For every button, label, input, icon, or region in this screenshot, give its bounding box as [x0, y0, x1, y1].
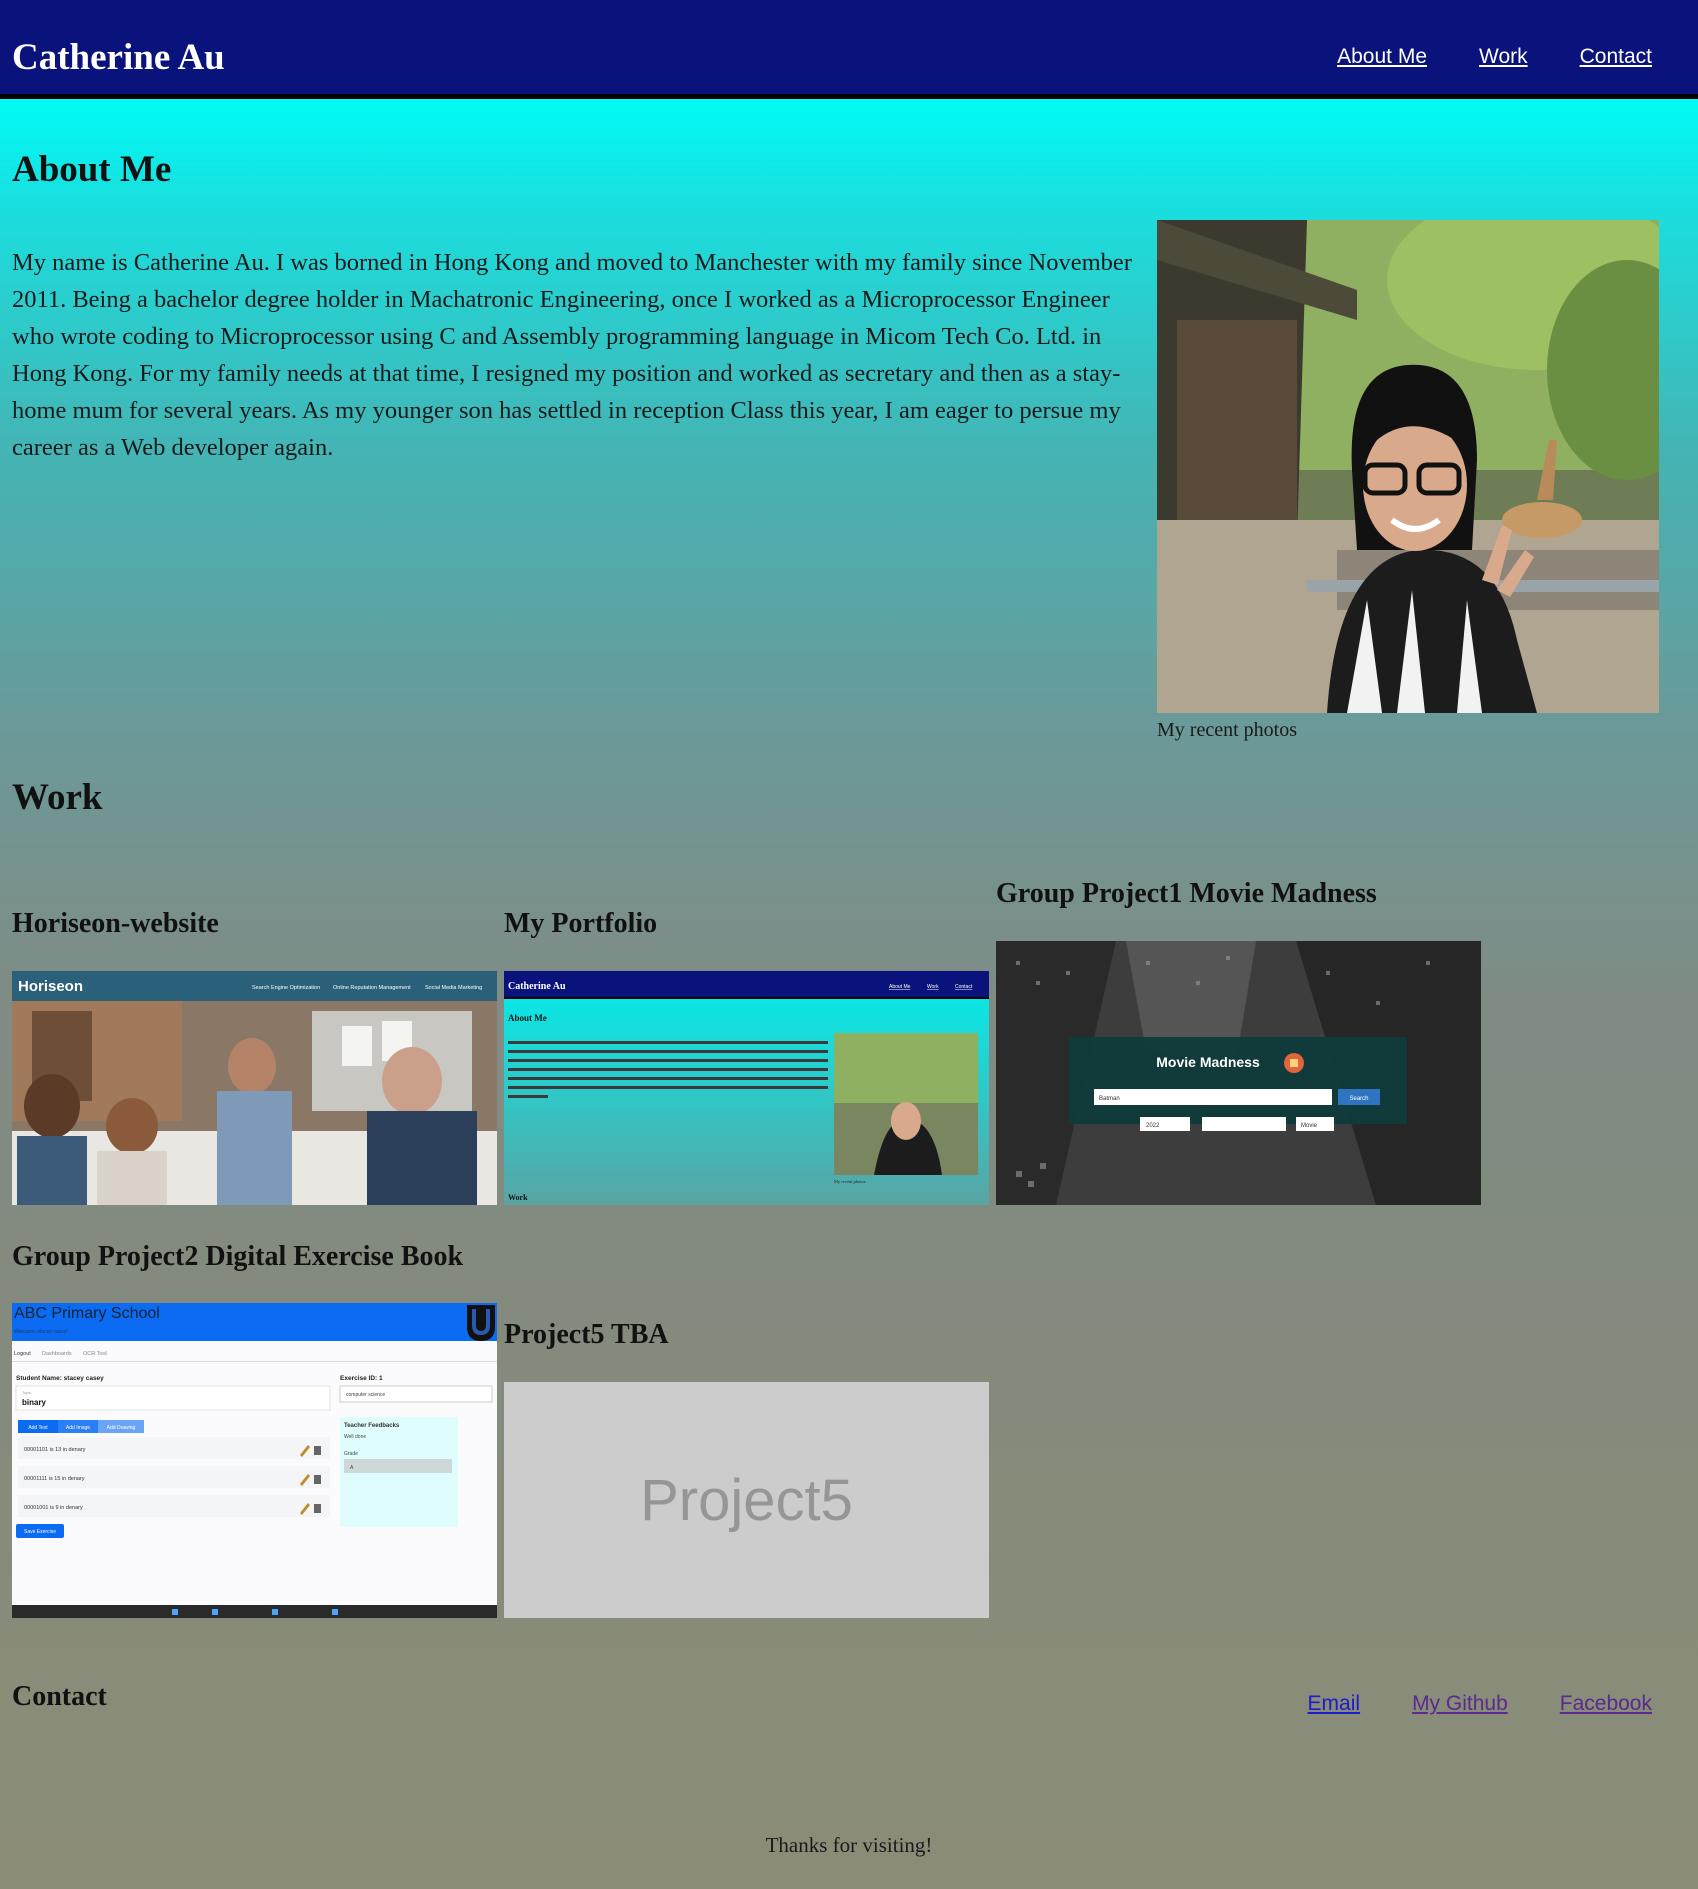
exercise-id: Exercise ID: 1	[340, 1375, 383, 1382]
exercise-item-1: 00001101 is 13 in denary	[24, 1447, 86, 1453]
horiseon-brand: Horiseon	[18, 978, 83, 995]
site-header: Catherine Au About Me Work Contact	[0, 0, 1698, 99]
portfolio-thumb-nav-3: Contact	[955, 984, 973, 990]
project-title-portfolio: My Portfolio	[504, 908, 658, 939]
horiseon-nav-1: Search Engine Optimization	[252, 985, 320, 991]
thumb-portfolio[interactable]: Catherine Au About Me Work Contact About…	[504, 971, 989, 1205]
portfolio-thumb-brand: Catherine Au	[508, 981, 566, 992]
project5-placeholder: Project5	[640, 1467, 853, 1533]
work-heading: Work	[12, 777, 103, 818]
topic-label: Topic	[22, 1390, 31, 1395]
topic-value: binary	[22, 1398, 47, 1407]
feedback-title: Teacher Feedbacks	[344, 1423, 400, 1429]
add-drawing-button: Add Drawing	[107, 1425, 136, 1431]
horiseon-nav-3: Social Media Marketing	[425, 985, 482, 991]
github-link[interactable]: My Github	[1412, 1692, 1508, 1715]
thumb-horiseon[interactable]: Horiseon Search Engine Optimization Onli…	[12, 971, 497, 1205]
movie-search-value: Batman	[1099, 1096, 1120, 1102]
school-name: ABC Primary School	[14, 1305, 160, 1322]
nav-about-me[interactable]: About Me	[1337, 45, 1427, 68]
project-title-project5: Project5 TBA	[504, 1319, 669, 1350]
thumb-exercise-book[interactable]: ABC Primary School Welcome, stacey casey…	[12, 1303, 497, 1618]
movie-search-button-label: Search	[1349, 1096, 1368, 1102]
profile-photo	[1157, 220, 1659, 713]
nav-work[interactable]: Work	[1479, 45, 1528, 68]
movie-extra-input[interactable]	[1202, 1117, 1286, 1131]
project-title-exercise-book: Group Project2 Digital Exercise Book	[12, 1241, 464, 1272]
facebook-link[interactable]: Facebook	[1560, 1692, 1652, 1715]
movie-type-value: Movie	[1301, 1123, 1318, 1129]
contact-heading: Contact	[12, 1681, 107, 1712]
student-name: Student Name: stacey casey	[16, 1375, 104, 1382]
tab-logout: Logout	[14, 1351, 31, 1357]
portfolio-thumb-work: Work	[508, 1193, 528, 1202]
about-heading: About Me	[12, 149, 172, 190]
subject-select: computer science	[346, 1392, 385, 1398]
feedback-text: Well done	[344, 1434, 366, 1440]
movie-year-value: 2022	[1146, 1123, 1160, 1129]
add-text-button: Add Text	[28, 1425, 48, 1431]
exercise-item-3: 00001001 is 9 in denary	[24, 1505, 83, 1511]
footer-text: Thanks for visiting!	[765, 1833, 933, 1857]
portfolio-thumb-heading: About Me	[508, 1013, 547, 1023]
project-title-horiseon: Horiseon-website	[12, 908, 219, 939]
email-link[interactable]: Email	[1308, 1692, 1361, 1715]
thumb-project5[interactable]: Project5	[504, 1382, 989, 1618]
project-title-movie-madness: Group Project1 Movie Madness	[996, 878, 1377, 909]
main-nav: About Me Work Contact	[1289, 45, 1652, 69]
exercise-item-2: 00001111 is 15 in denary	[24, 1476, 85, 1482]
add-image-button: Add Image	[66, 1425, 90, 1431]
thumb-movie-madness[interactable]: Movie Madness Batman Search 2022 Movie	[996, 941, 1481, 1205]
contact-links: Email My Github Facebook	[1260, 1692, 1652, 1716]
school-logo-icon	[467, 1305, 495, 1341]
site-title: Catherine Au	[12, 37, 225, 78]
save-exercise-button: Save Exercise	[24, 1529, 56, 1535]
portfolio-thumb-nav-1: About Me	[889, 984, 911, 990]
photo-caption: My recent photos	[1157, 719, 1297, 741]
grade-label: Grade	[344, 1451, 358, 1457]
school-welcome: Welcome, stacey casey!	[14, 1329, 68, 1335]
horiseon-nav-2: Online Reputation Management	[333, 985, 411, 991]
portfolio-thumb-nav-2: Work	[927, 984, 939, 990]
tab-dashboards: Dashboards	[42, 1351, 72, 1357]
tab-ocr: OCR Tool	[83, 1351, 107, 1357]
movie-search-input[interactable]	[1094, 1089, 1332, 1105]
portfolio-thumb-caption: My recent photos	[834, 1179, 866, 1184]
nav-contact[interactable]: Contact	[1580, 45, 1652, 68]
about-text: My name is Catherine Au. I was borned in…	[12, 249, 1132, 461]
movie-app-title: Movie Madness	[1156, 1054, 1260, 1070]
